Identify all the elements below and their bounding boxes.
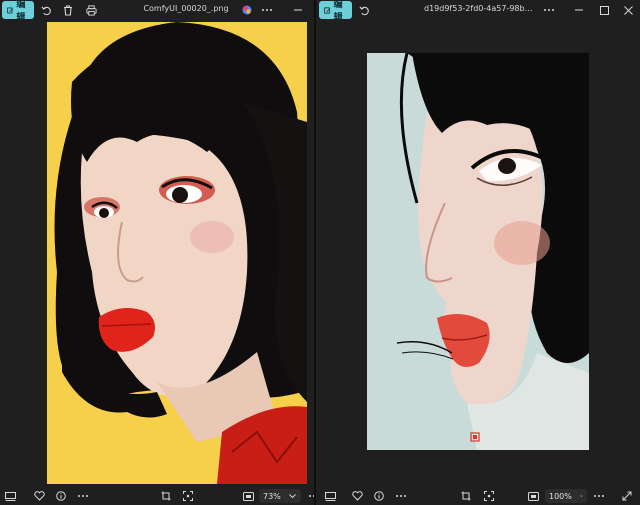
- more-icon[interactable]: [305, 489, 314, 503]
- edit-icon: [7, 7, 13, 13]
- photo-portrait-illustration: [367, 53, 589, 450]
- window-title: ComfyUI_00020_.png: [143, 4, 229, 13]
- filmstrip-icon[interactable]: [3, 489, 17, 503]
- edit-button[interactable]: 编辑: [2, 0, 34, 23]
- edit-icon: [324, 6, 331, 14]
- copilot-icon[interactable]: [240, 3, 254, 17]
- zoom-dropdown[interactable]: 73%: [259, 489, 301, 503]
- delete-icon[interactable]: [61, 3, 75, 17]
- minimize-icon[interactable]: [572, 3, 586, 17]
- crop-icon[interactable]: [459, 489, 473, 503]
- chevron-down-icon: [288, 494, 296, 498]
- close-icon[interactable]: [621, 3, 635, 17]
- image-canvas: [316, 20, 640, 487]
- chevron-down-icon: [579, 495, 583, 497]
- print-icon[interactable]: [84, 3, 98, 17]
- edit-button[interactable]: 编辑: [319, 0, 352, 23]
- fit-icon[interactable]: [241, 489, 255, 503]
- photos-window-left: 编辑 ComfyUI_00020_.png 73%: [0, 0, 314, 505]
- crop-icon[interactable]: [159, 489, 173, 503]
- photo-portrait-yellow: [47, 22, 307, 484]
- zoom-value: 100%: [549, 491, 572, 501]
- select-icon[interactable]: [482, 489, 496, 503]
- image-canvas: [0, 20, 314, 487]
- fit-icon[interactable]: [526, 489, 540, 503]
- photos-window-right: 编辑 d19d9f53-2fd0-4a57-98b2-8396db7a0...: [316, 0, 640, 505]
- rotate-icon[interactable]: [357, 3, 371, 17]
- more-icon[interactable]: [260, 3, 274, 17]
- info-icon[interactable]: [372, 489, 386, 503]
- more-icon[interactable]: [542, 3, 556, 17]
- more-icon[interactable]: [592, 489, 606, 503]
- info-icon[interactable]: [54, 489, 68, 503]
- maximize-icon[interactable]: [597, 3, 611, 17]
- favorite-icon[interactable]: [350, 489, 364, 503]
- favorite-icon[interactable]: [32, 489, 46, 503]
- zoom-dropdown[interactable]: 100%: [545, 489, 587, 503]
- titlebar: 编辑 d19d9f53-2fd0-4a57-98b2-8396db7a0...: [316, 0, 640, 23]
- filmstrip-icon[interactable]: [323, 489, 337, 503]
- bottom-toolbar: 100%: [316, 487, 640, 505]
- fullscreen-icon[interactable]: [620, 489, 634, 503]
- more-icon[interactable]: [394, 489, 408, 503]
- bottom-toolbar: 73%: [0, 487, 314, 505]
- window-title: d19d9f53-2fd0-4a57-98b2-8396db7a0...: [424, 4, 536, 13]
- titlebar: 编辑 ComfyUI_00020_.png: [0, 0, 314, 23]
- zoom-value: 73%: [263, 491, 281, 501]
- minimize-icon[interactable]: [291, 3, 305, 17]
- select-icon[interactable]: [181, 489, 195, 503]
- rotate-icon[interactable]: [39, 3, 53, 17]
- more-icon[interactable]: [76, 489, 90, 503]
